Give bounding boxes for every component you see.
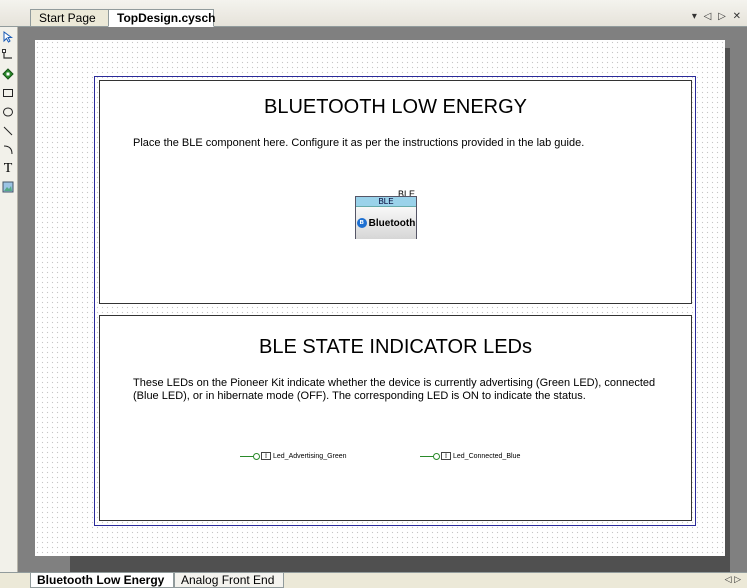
arc-icon[interactable] [1,143,15,157]
ble-component[interactable]: BLE ʙ Bluetooth [355,196,417,239]
pin-symbol-icon: ▯ [261,452,271,460]
tab-analog-front-end[interactable]: Analog Front End [174,573,284,588]
bluetooth-logo-text: Bluetooth [368,217,416,229]
sheet-tab-bar: Bluetooth Low Energy Analog Front End ◁ … [0,572,747,588]
ble-component-header: BLE [356,197,416,207]
ellipse-icon[interactable] [1,105,15,119]
sheet-tab-controls[interactable]: ◁ ▷ [725,574,741,585]
led-advertising-green[interactable]: ▯ Led_Advertising_Green [240,452,347,460]
component-icon[interactable] [1,67,15,81]
pin-symbol-icon: ▯ [441,452,451,460]
rectangle-icon[interactable] [1,86,15,100]
wire-icon[interactable] [1,48,15,62]
tab-controls[interactable]: ▾ ◁ ▷ ✕ [692,11,743,22]
ble-section-description: Place the BLE component here. Configure … [133,137,585,149]
tab-start-page[interactable]: Start Page [30,9,110,26]
pointer-icon[interactable] [1,30,15,44]
schematic-toolbox: T [0,27,18,572]
led-section-description: These LEDs on the Pioneer Kit indicate w… [133,377,656,402]
led-section[interactable]: BLE STATE INDICATOR LEDs These LEDs on t… [99,315,692,521]
ble-section-title: BLUETOOTH LOW ENERGY [263,96,527,118]
led-connected-blue[interactable]: ▯ Led_Connected_Blue [420,452,520,460]
tab-bluetooth-low-energy[interactable]: Bluetooth Low Energy [30,573,174,588]
bluetooth-logo: ʙ Bluetooth [356,207,416,239]
pin-icon [433,452,440,460]
ble-section[interactable]: BLUETOOTH LOW ENERGY Place the BLE compo… [99,80,692,304]
line-icon[interactable] [1,124,15,138]
tab-topdesign[interactable]: TopDesign.cysch [108,9,215,27]
pin-icon [253,452,260,460]
document-tab-bar: Start Page TopDesign.cysch ▾ ◁ ▷ ✕ [0,0,747,27]
led-connected-blue-label: Led_Connected_Blue [453,452,521,460]
led-section-title: BLE STATE INDICATOR LEDs [258,336,533,358]
image-icon[interactable] [1,180,15,194]
text-icon[interactable]: T [1,161,15,176]
bluetooth-icon: ʙ [356,218,367,228]
led-advertising-green-label: Led_Advertising_Green [273,452,347,460]
